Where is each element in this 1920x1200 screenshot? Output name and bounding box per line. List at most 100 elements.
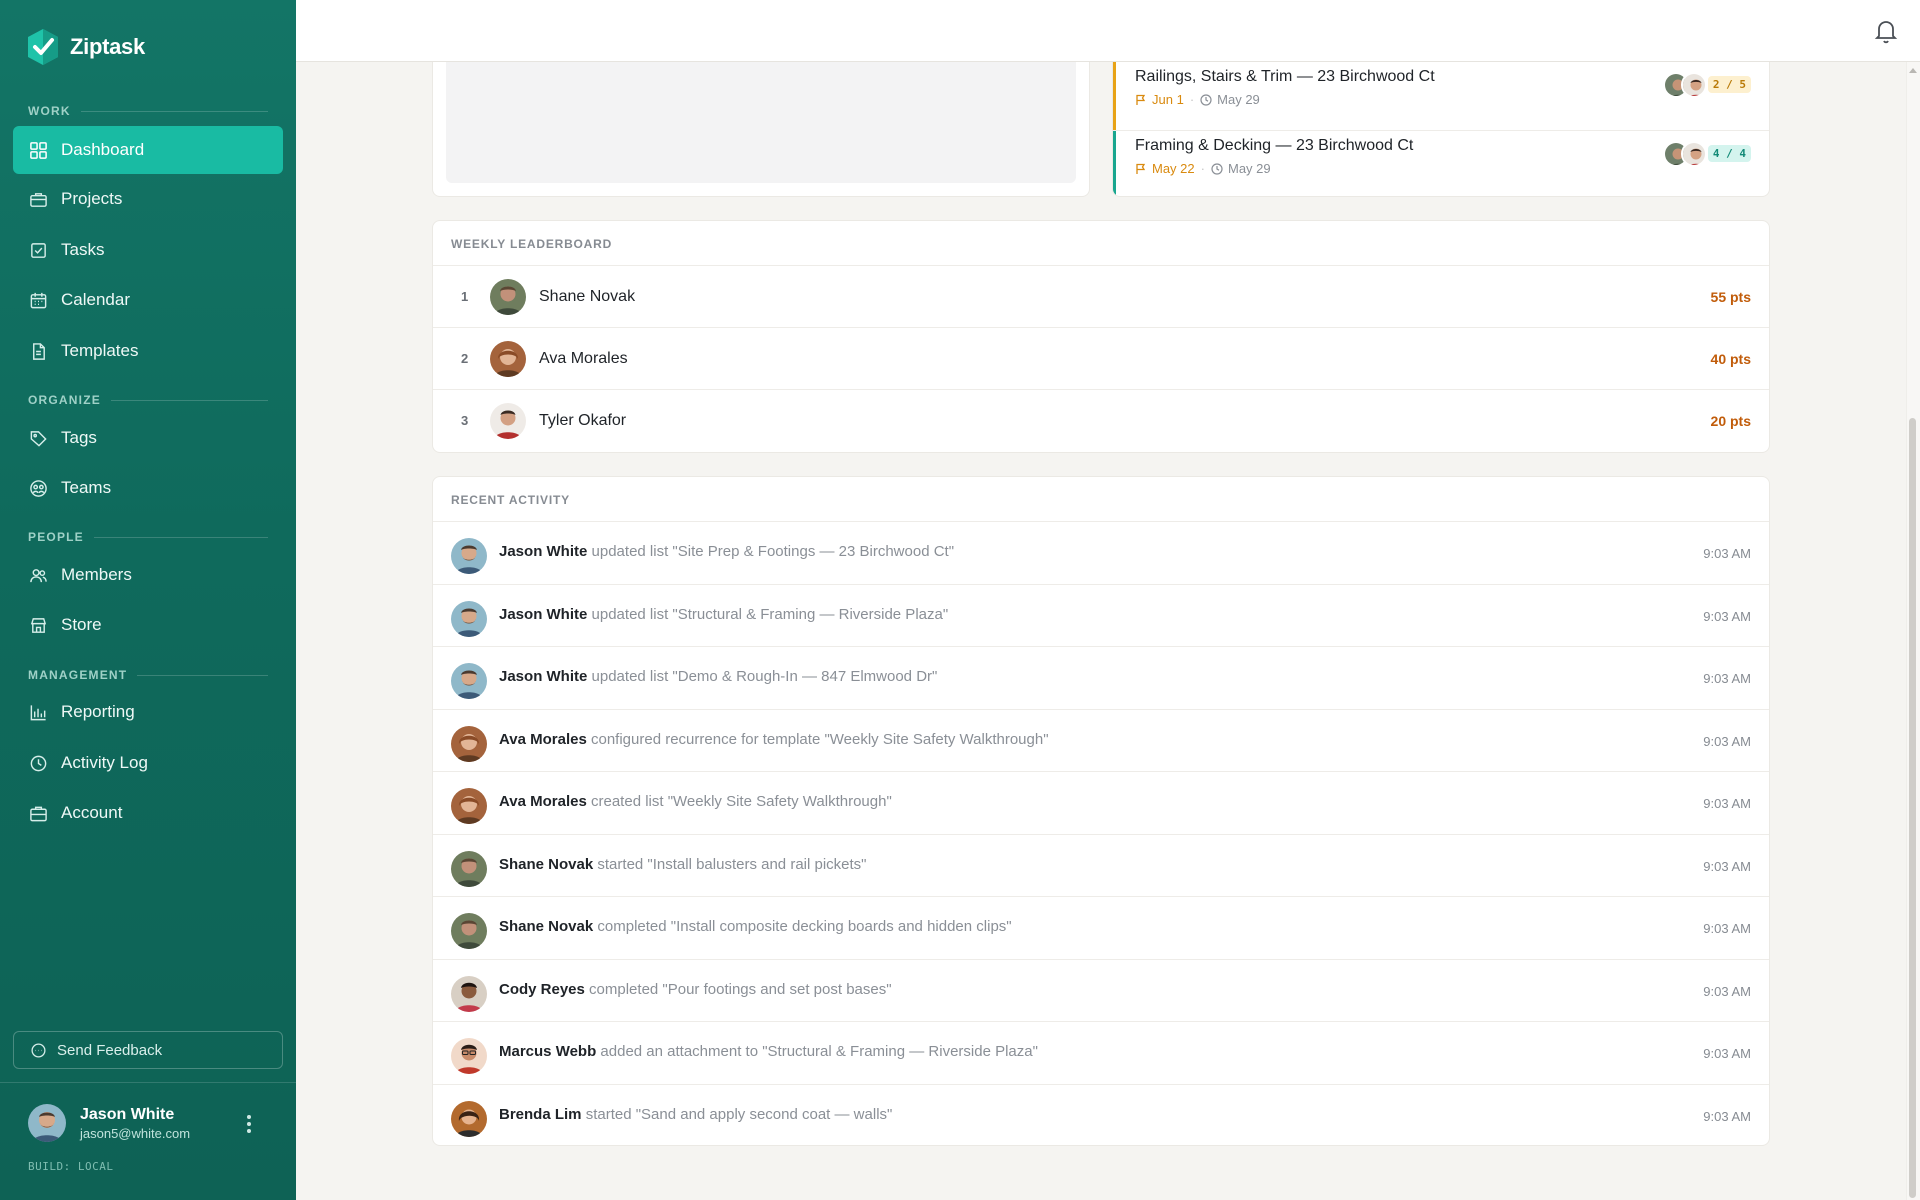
flag-icon bbox=[1136, 94, 1146, 105]
sidebar-item-account[interactable]: Account bbox=[13, 789, 283, 837]
due-date: Jun 1 bbox=[1135, 92, 1184, 107]
section-label-management: MANAGEMENT bbox=[28, 668, 268, 682]
sidebar-item-tags[interactable]: Tags bbox=[13, 414, 283, 462]
dashboard-icon bbox=[30, 141, 47, 159]
activity-action: added an attachment to "Structural & Fra… bbox=[600, 1043, 1038, 1060]
calendar-icon bbox=[30, 292, 47, 308]
sidebar-item-label: Reporting bbox=[61, 702, 135, 721]
sidebar-item-activity-log[interactable]: Activity Log bbox=[13, 739, 283, 787]
send-feedback-label: Send Feedback bbox=[57, 1041, 163, 1059]
sidebar-item-tasks[interactable]: Tasks bbox=[13, 226, 283, 274]
avatar bbox=[451, 850, 487, 887]
activity-text: Jason White updated list "Demo & Rough-I… bbox=[499, 668, 937, 685]
sidebar-item-templates[interactable]: Templates bbox=[13, 327, 283, 375]
sidebar-item-label: Calendar bbox=[61, 290, 130, 309]
bell-icon[interactable] bbox=[1874, 18, 1898, 44]
chart-card bbox=[432, 62, 1090, 197]
rank: 2 bbox=[461, 351, 469, 366]
activity-user[interactable]: Shane Novak bbox=[499, 856, 593, 873]
activity-row[interactable]: Jason White updated list "Demo & Rough-I… bbox=[433, 646, 1769, 708]
flag-icon bbox=[1136, 163, 1146, 174]
status-bar bbox=[1113, 131, 1116, 196]
account-icon bbox=[30, 806, 47, 821]
activity-text: Jason White updated list "Structural & F… bbox=[499, 606, 948, 623]
leaderboard-row[interactable]: 1 Shane Novak 55 pts bbox=[433, 265, 1769, 327]
user-menu-icon[interactable] bbox=[244, 1112, 254, 1136]
avatar bbox=[451, 1100, 487, 1137]
activity-row[interactable]: Ava Morales created list "Weekly Site Sa… bbox=[433, 771, 1769, 833]
sidebar-item-calendar[interactable]: Calendar bbox=[13, 276, 283, 324]
leaderboard-row[interactable]: 2 Ava Morales 40 pts bbox=[433, 327, 1769, 389]
activity-time: 9:03 AM bbox=[1703, 983, 1751, 999]
list-item[interactable]: Railings, Stairs & Trim — 23 Birchwood C… bbox=[1113, 62, 1769, 130]
members-icon bbox=[30, 568, 47, 582]
current-user[interactable]: Jason White jason5@white.com bbox=[28, 1104, 190, 1142]
activity-row[interactable]: Marcus Webb added an attachment to "Stru… bbox=[433, 1021, 1769, 1083]
sidebar-item-reporting[interactable]: Reporting bbox=[13, 688, 283, 736]
scroll-up-icon[interactable] bbox=[1909, 68, 1917, 73]
team-icon bbox=[30, 479, 47, 497]
chat-bubble-icon bbox=[31, 1042, 46, 1058]
avatar bbox=[451, 788, 487, 824]
activity-user[interactable]: Marcus Webb bbox=[499, 1043, 596, 1060]
activity-action: created list "Weekly Site Safety Walkthr… bbox=[591, 793, 892, 810]
sidebar-item-label: Members bbox=[61, 565, 132, 584]
task-meta: Jun 1 · May 29 bbox=[1135, 92, 1260, 107]
activity-user[interactable]: Ava Morales bbox=[499, 731, 587, 748]
avatar bbox=[490, 278, 526, 315]
sidebar-item-projects[interactable]: Projects bbox=[13, 175, 283, 223]
activity-action: completed "Pour footings and set post ba… bbox=[589, 980, 892, 998]
activity-row[interactable]: Shane Novak started "Install balusters a… bbox=[433, 833, 1769, 896]
activity-text: Brenda Lim started "Sand and apply secon… bbox=[499, 1106, 892, 1123]
clock-icon bbox=[30, 755, 47, 771]
activity-user[interactable]: Cody Reyes bbox=[499, 981, 585, 998]
avatar bbox=[451, 663, 487, 699]
activity-row[interactable]: Jason White updated list "Structural & F… bbox=[433, 583, 1769, 646]
chart-placeholder bbox=[446, 62, 1076, 183]
sidebar-item-store[interactable]: Store bbox=[13, 601, 283, 649]
sidebar-item-label: Account bbox=[61, 803, 123, 822]
list-item[interactable]: Framing & Decking — 23 Birchwood Ct May … bbox=[1113, 130, 1769, 196]
sidebar-item-members[interactable]: Members bbox=[13, 551, 283, 599]
activity-row[interactable]: Jason White updated list "Site Prep & Fo… bbox=[433, 521, 1769, 583]
app-name: Ziptask bbox=[70, 34, 145, 59]
sidebar-item-label: Projects bbox=[61, 189, 123, 208]
avatar bbox=[451, 538, 487, 574]
due-date: May 22 bbox=[1135, 161, 1195, 176]
activity-text: Ava Morales configured recurrence for te… bbox=[499, 731, 1049, 748]
avatar bbox=[1681, 72, 1707, 98]
activity-user[interactable]: Jason White bbox=[499, 543, 587, 560]
recent-activity: RECENT ACTIVITY Jason White updated list… bbox=[432, 476, 1770, 1146]
task-title: Railings, Stairs & Trim — 23 Birchwood C… bbox=[1135, 68, 1435, 85]
activity-user[interactable]: Jason White bbox=[499, 606, 587, 623]
activity-row[interactable]: Brenda Lim started "Sand and apply secon… bbox=[433, 1083, 1769, 1146]
activity-action: updated list "Structural & Framing — Riv… bbox=[591, 605, 949, 623]
user-email: jason5@white.com bbox=[80, 1125, 191, 1141]
activity-time: 9:03 AM bbox=[1703, 921, 1751, 936]
clock-icon bbox=[1200, 93, 1212, 106]
activity-user[interactable]: Ava Morales bbox=[499, 793, 587, 810]
section-label-work: WORK bbox=[28, 104, 268, 118]
activity-title: RECENT ACTIVITY bbox=[451, 493, 570, 507]
activity-row[interactable]: Shane Novak completed "Install composite… bbox=[433, 896, 1769, 958]
activity-user[interactable]: Brenda Lim bbox=[499, 1106, 582, 1123]
activity-row[interactable]: Cody Reyes completed "Pour footings and … bbox=[433, 958, 1769, 1021]
leaderboard-row[interactable]: 3 Tyler Okafor 20 pts bbox=[433, 389, 1769, 451]
activity-row[interactable]: Ava Morales configured recurrence for te… bbox=[433, 708, 1769, 771]
sidebar-item-label: Activity Log bbox=[61, 753, 148, 772]
activity-time: 9:03 AM bbox=[1703, 671, 1751, 686]
activity-action: started "Sand and apply second coat — wa… bbox=[585, 1105, 893, 1123]
activity-user[interactable]: Jason White bbox=[499, 668, 587, 685]
scrollbar-thumb[interactable] bbox=[1909, 418, 1916, 1198]
activity-time: 9:03 AM bbox=[1703, 733, 1751, 749]
points: 40 pts bbox=[1710, 350, 1751, 367]
activity-action: completed "Install composite decking boa… bbox=[597, 918, 1012, 935]
sidebar-item-dashboard[interactable]: Dashboard bbox=[13, 126, 283, 174]
build-label: BUILD: LOCAL bbox=[28, 1160, 114, 1173]
app-logo[interactable]: Ziptask bbox=[26, 28, 145, 66]
send-feedback-button[interactable]: Send Feedback bbox=[13, 1031, 283, 1069]
sidebar-item-teams[interactable]: Teams bbox=[13, 464, 283, 512]
activity-action: updated list "Site Prep & Footings — 23 … bbox=[591, 543, 955, 560]
activity-user[interactable]: Shane Novak bbox=[499, 918, 593, 935]
avatar bbox=[28, 1104, 66, 1142]
